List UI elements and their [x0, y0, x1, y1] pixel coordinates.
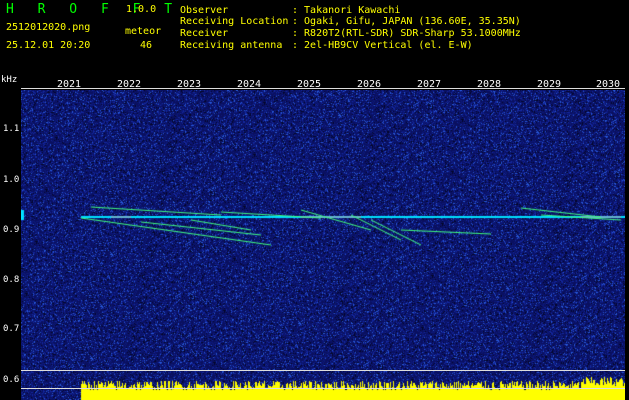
y-tick: 0.9: [3, 225, 20, 235]
app-version: 1.0.0: [126, 4, 157, 15]
threshold-line-upper: [21, 370, 625, 371]
receiver-label: Receiver: [180, 28, 229, 39]
location-value: : Ogaki, Gifu, JAPAN (136.60E, 35.35N): [292, 16, 521, 27]
receiver-value: : R820T2(RTL-SDR) SDR-Sharp 53.1000MHz: [292, 28, 521, 39]
datetime-label: 25.12.01 20:20: [6, 40, 91, 51]
y-tick: 0.6: [3, 375, 20, 385]
filename-label: 2512012020.png: [6, 22, 91, 33]
location-label: Receiving Location: [180, 16, 289, 27]
antenna-label: Receiving antenna: [180, 40, 283, 51]
observer-value: : Takanori Kawachi: [292, 5, 401, 16]
y-axis-unit: kHz: [1, 75, 18, 85]
antenna-value: : 2el-HB9CV Vertical (el. E-W): [292, 40, 473, 51]
top-axis-line: [21, 88, 625, 89]
spectrogram-canvas: [21, 90, 625, 400]
meteor-label: meteor: [125, 26, 162, 37]
y-tick: 0.8: [3, 275, 20, 285]
meteor-count: 46: [140, 40, 153, 51]
y-tick: 0.7: [3, 324, 20, 334]
observer-label: Observer: [180, 5, 229, 16]
threshold-line-lower: [21, 388, 625, 389]
y-tick: 1.0: [3, 175, 20, 185]
y-tick: 1.1: [3, 124, 20, 134]
